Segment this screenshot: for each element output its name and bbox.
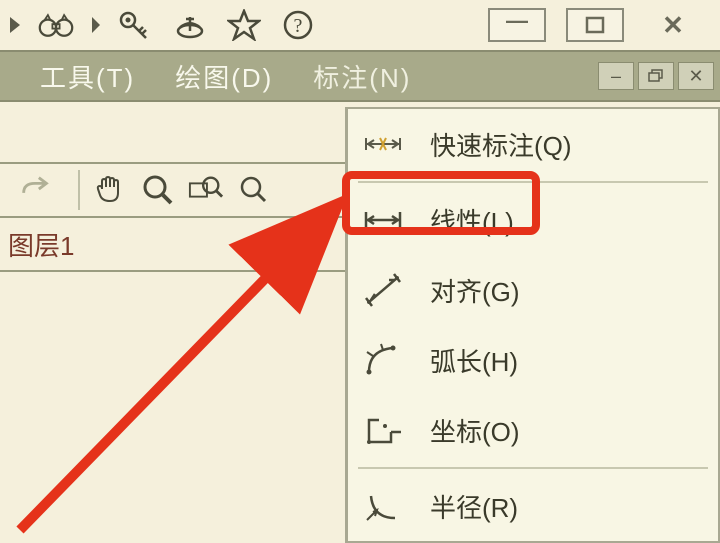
quick-dim-icon [362,123,404,165]
menu-quick-dimension[interactable]: 快速标注(Q) [348,109,718,179]
maximize-button[interactable] [566,8,624,42]
minimize-button[interactable]: — [488,8,546,42]
pan-icon[interactable] [92,172,128,208]
menu-bar: 工具(T) 绘图(D) 标注(N) – ✕ [0,50,720,102]
menu-item-label: 对齐(G) [430,272,520,309]
menu-separator [358,181,708,183]
menu-item-label: 坐标(O) [430,412,520,449]
redo-icon[interactable] [18,172,54,208]
linear-dim-icon [362,199,404,241]
ordinate-dim-icon [362,409,404,451]
menu-arc-length[interactable]: 弧长(H) [348,325,718,395]
zoom-icon[interactable] [140,172,176,208]
menu-draw[interactable]: 绘图(D) [175,58,273,95]
svg-text:?: ? [294,15,303,37]
menu-separator [358,467,708,469]
menu-item-label: 弧长(H) [430,342,518,379]
menu-item-label: 快速标注(Q) [430,126,572,163]
satellite-icon[interactable] [172,7,208,43]
aligned-dim-icon [362,269,404,311]
mdi-restore[interactable] [638,62,674,90]
arc-dim-icon [362,339,404,381]
radius-dim-icon [362,485,404,527]
menu-item-label: 线性(L) [430,202,514,239]
close-button[interactable]: ✕ [644,8,702,42]
menu-ordinate[interactable]: 坐标(O) [348,395,718,465]
menu-tools[interactable]: 工具(T) [40,58,135,95]
help-icon[interactable]: ? [280,7,316,43]
zoom-extents-icon[interactable] [236,172,272,208]
layer-name[interactable]: 图层1 [8,226,74,263]
expand-marker-icon [10,17,20,33]
mdi-close[interactable]: ✕ [678,62,714,90]
key-icon[interactable] [118,7,154,43]
dimension-menu: 快速标注(Q) 线性(L) 对齐(G) 弧长( [345,107,720,543]
mdi-minimize[interactable]: – [598,62,634,90]
expand-marker-icon [92,17,100,33]
menu-linear[interactable]: 线性(L) [348,185,718,255]
menu-item-label: 半径(R) [430,488,518,525]
menu-radius[interactable]: 半径(R) [348,471,718,541]
menu-dimension[interactable]: 标注(N) [313,58,411,95]
title-bar-buttons: — ✕ [488,8,702,42]
zoom-window-icon[interactable] [188,172,224,208]
menu-aligned[interactable]: 对齐(G) [348,255,718,325]
mdi-controls: – ✕ [598,62,714,90]
star-icon[interactable] [226,7,262,43]
binoculars-icon[interactable] [38,7,74,43]
